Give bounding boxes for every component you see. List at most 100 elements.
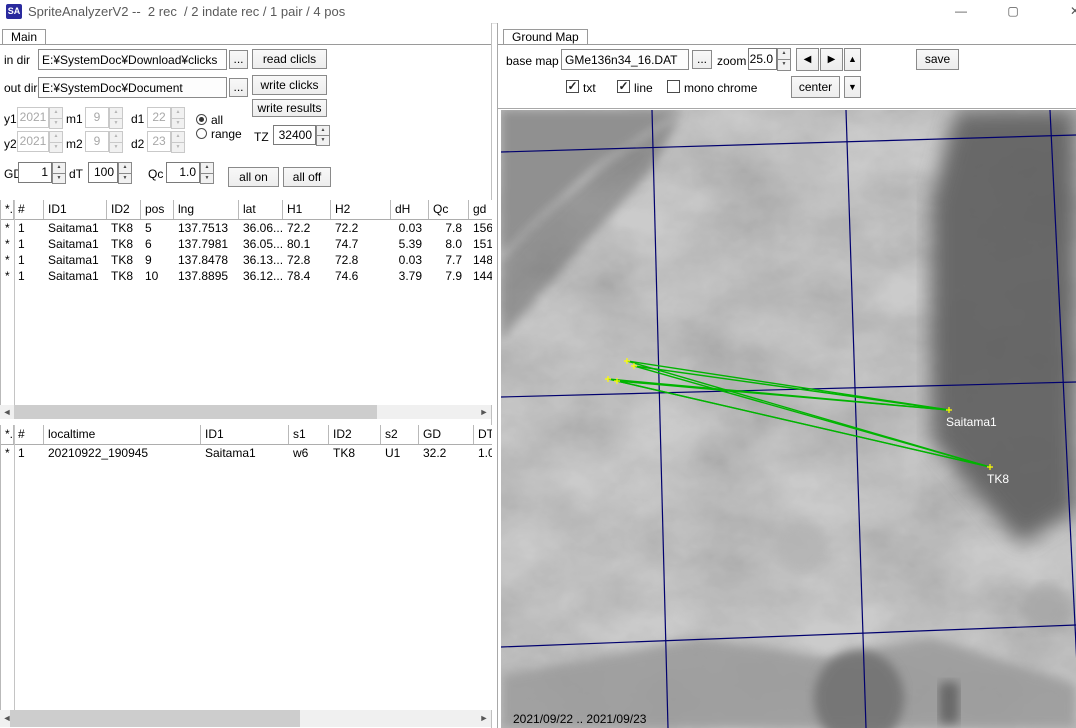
table-row[interactable]: *1Saitama1TK89137.847836.13...72.872.80.… xyxy=(1,252,492,268)
column-header[interactable]: s1 xyxy=(289,425,329,444)
d1-updown[interactable]: ▲▼ xyxy=(171,107,185,128)
table-cell: TK8 xyxy=(107,252,141,268)
in-dir-browse-button[interactable]: ... xyxy=(229,50,248,69)
station-label: Saitama1 xyxy=(946,415,997,429)
out-dir-input[interactable] xyxy=(38,77,227,98)
dt-spinner[interactable]: 100 xyxy=(88,162,118,183)
pan-down-button[interactable]: ▼ xyxy=(844,76,861,98)
column-header[interactable]: H2 xyxy=(331,200,391,219)
column-header[interactable]: lng xyxy=(174,200,239,219)
column-header[interactable]: ID2 xyxy=(107,200,141,219)
mono-chrome-checkbox-label: mono chrome xyxy=(684,81,757,95)
table-row[interactable]: *1Saitama1TK86137.798136.05...80.174.75.… xyxy=(1,236,492,252)
column-header[interactable]: s2 xyxy=(381,425,419,444)
table-cell: 1 xyxy=(14,268,44,284)
table-cell: 10 xyxy=(141,268,174,284)
clicks-table-hscrollbar[interactable]: ◄ ► xyxy=(0,405,491,419)
column-header[interactable]: *. xyxy=(1,425,14,444)
scrollbar-thumb[interactable] xyxy=(10,710,300,727)
gd-spinner[interactable]: 1 xyxy=(18,162,52,183)
all-off-button[interactable]: all off xyxy=(283,167,331,187)
m1-updown[interactable]: ▲▼ xyxy=(109,107,123,128)
txt-checkbox[interactable]: ✓ xyxy=(566,80,579,93)
table-cell: w6 xyxy=(289,445,329,461)
table-cell: 151 xyxy=(469,236,492,252)
table-cell: 0.03 xyxy=(391,252,429,268)
column-header[interactable]: # xyxy=(14,200,44,219)
m1-spinner[interactable]: 9 xyxy=(85,107,109,128)
table-row[interactable]: *1Saitama1TK810137.889536.12...78.474.63… xyxy=(1,268,492,284)
in-dir-input[interactable] xyxy=(38,49,227,70)
tab-main[interactable]: Main xyxy=(2,29,46,44)
base-map-browse-button[interactable]: ... xyxy=(692,50,712,69)
scrollbar-thumb[interactable] xyxy=(14,405,377,419)
column-header[interactable]: gd xyxy=(469,200,492,219)
y1-updown[interactable]: ▲▼ xyxy=(49,107,63,128)
tz-updown[interactable]: ▲▼ xyxy=(316,125,330,145)
column-header[interactable]: Qc xyxy=(429,200,469,219)
qc-updown[interactable]: ▲▼ xyxy=(200,162,214,183)
ground-map[interactable]: Saitama1TK8 2021/09/22 .. 2021/09/23 xyxy=(501,110,1076,728)
scroll-left-icon[interactable]: ◄ xyxy=(0,405,14,419)
dt-updown[interactable]: ▲▼ xyxy=(118,162,132,183)
d2-spinner[interactable]: 23 xyxy=(147,131,171,152)
title-bar: SA SpriteAnalyzerV2 -- 2 rec / 2 indate … xyxy=(0,0,1076,24)
tab-ground-map[interactable]: Ground Map xyxy=(503,29,588,44)
center-button[interactable]: center xyxy=(791,76,840,98)
scroll-right-icon[interactable]: ► xyxy=(477,710,491,727)
y1-spinner[interactable]: 2021 xyxy=(17,107,49,128)
pairs-table-hscrollbar[interactable]: ◄ ► xyxy=(0,710,491,727)
base-map-input[interactable] xyxy=(561,49,689,70)
table-cell: 72.8 xyxy=(331,252,391,268)
m2-spinner[interactable]: 9 xyxy=(85,131,109,152)
tz-spinner[interactable]: 32400 xyxy=(273,125,316,145)
minimize-button[interactable]: — xyxy=(942,0,980,23)
column-header[interactable]: DT xyxy=(474,425,492,444)
column-header[interactable]: ID2 xyxy=(329,425,381,444)
column-header[interactable]: localtime xyxy=(44,425,201,444)
read-clicks-button[interactable]: read clicls xyxy=(252,49,327,69)
m2-updown[interactable]: ▲▼ xyxy=(109,131,123,152)
line-checkbox[interactable]: ✓ xyxy=(617,80,630,93)
column-header[interactable]: ID1 xyxy=(201,425,289,444)
column-header[interactable]: *. xyxy=(1,200,14,219)
out-dir-browse-button[interactable]: ... xyxy=(229,78,248,97)
all-radio[interactable] xyxy=(196,114,207,125)
column-header[interactable]: pos xyxy=(141,200,174,219)
zoom-updown[interactable]: ▲▼ xyxy=(777,48,791,70)
clicks-table[interactable]: *.#ID1ID2poslnglatH1H2dHQcgd*1Saitama1TK… xyxy=(0,200,492,405)
write-results-button[interactable]: write results xyxy=(252,99,327,117)
pan-up-button[interactable]: ▲ xyxy=(844,48,861,71)
range-radio[interactable] xyxy=(196,128,207,139)
close-button[interactable]: ✕ xyxy=(1050,0,1076,23)
pan-right-button[interactable]: ▶ xyxy=(820,48,843,71)
mono-chrome-checkbox[interactable] xyxy=(667,80,680,93)
maximize-button[interactable]: ▢ xyxy=(994,0,1032,23)
range-radio-label: range xyxy=(211,127,242,141)
table-row[interactable]: *1Saitama1TK85137.751336.06...72.272.20.… xyxy=(1,220,492,236)
column-header[interactable]: ID1 xyxy=(44,200,107,219)
column-header[interactable]: GD xyxy=(419,425,474,444)
column-header[interactable]: lat xyxy=(239,200,283,219)
gd-updown[interactable]: ▲▼ xyxy=(52,162,66,183)
d1-spinner[interactable]: 22 xyxy=(147,107,171,128)
write-clicks-button[interactable]: write clicks xyxy=(252,75,327,95)
table-cell: * xyxy=(1,236,14,252)
table-cell: 0.03 xyxy=(391,220,429,236)
qc-spinner[interactable]: 1.0 xyxy=(166,162,200,183)
zoom-spinner[interactable]: 25.0 xyxy=(748,48,777,70)
column-header[interactable]: H1 xyxy=(283,200,331,219)
table-cell: 144 xyxy=(469,268,492,284)
column-header[interactable]: # xyxy=(14,425,44,444)
y2-spinner[interactable]: 2021 xyxy=(17,131,49,152)
pan-left-button[interactable]: ◀ xyxy=(796,48,819,71)
column-header[interactable]: dH xyxy=(391,200,429,219)
table-cell: TK8 xyxy=(107,268,141,284)
all-on-button[interactable]: all on xyxy=(228,167,279,187)
save-button[interactable]: save xyxy=(916,49,959,70)
d2-updown[interactable]: ▲▼ xyxy=(171,131,185,152)
pairs-table[interactable]: *.#localtimeID1s1ID2s2GDDT*120210922_190… xyxy=(0,425,492,710)
y2-updown[interactable]: ▲▼ xyxy=(49,131,63,152)
scroll-right-icon[interactable]: ► xyxy=(477,405,491,419)
table-row[interactable]: *120210922_190945Saitama1w6TK8U132.21.0 xyxy=(1,445,492,461)
